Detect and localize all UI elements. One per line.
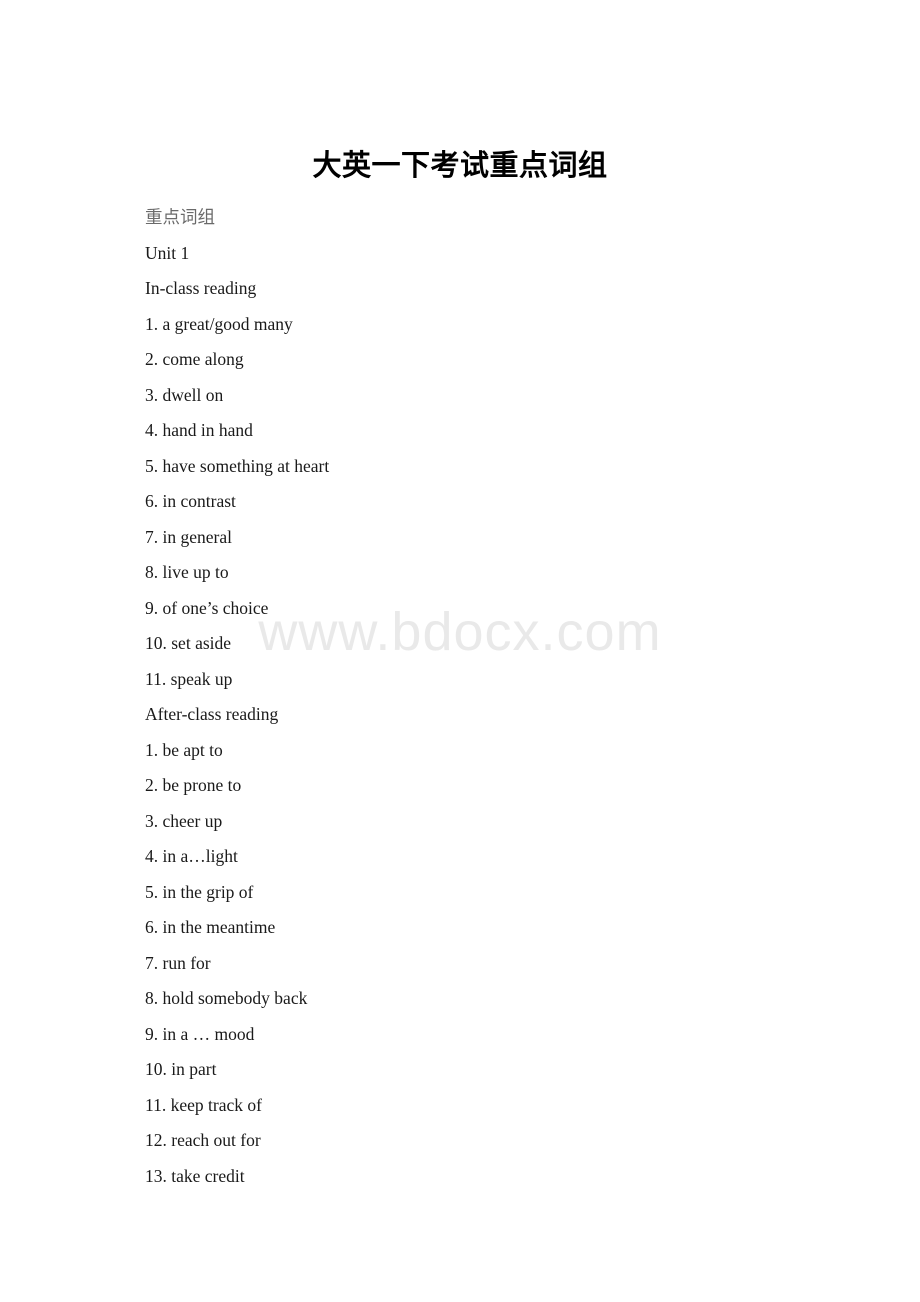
text-line: 1. a great/good many — [145, 313, 293, 334]
document-body: 重点词组 Unit 1 In-class reading 1. a great/goo… — [145, 200, 845, 1194]
text-line: 11. keep track of — [145, 1094, 262, 1115]
text-line: Unit 1 — [145, 242, 190, 263]
text-line: 11. speak up — [145, 668, 233, 689]
page-title: 大英一下考试重点词组 — [312, 150, 608, 182]
text-line: 6. in the meantime — [145, 917, 276, 937]
text-line: 重点词组 — [145, 207, 215, 227]
text-line: 9. in a … mood — [145, 1023, 255, 1044]
text-line: 8. live up to — [145, 562, 229, 582]
text-line: 5. have something at heart — [145, 455, 330, 476]
text-line: 7. in general — [145, 526, 232, 547]
text-line: 8. hold somebody back — [145, 988, 308, 1008]
text-line: 3. cheer up — [145, 810, 223, 831]
text-line: 12. reach out for — [145, 1130, 261, 1150]
text-line: 4. in a…light — [145, 846, 238, 866]
text-line: 2. be prone to — [145, 775, 242, 795]
text-line: 9. of one’s choice — [145, 597, 269, 618]
text-line: 6. in contrast — [145, 491, 236, 511]
text-line: 10. set aside — [145, 633, 232, 653]
document-page: www.bdocx.com 大英一下考试重点词组 重点词组 Unit 1 In-cl… — [0, 0, 920, 1302]
text-line: 1. be apt to — [145, 739, 223, 760]
text-line: 5. in the grip of — [145, 881, 254, 902]
text-line: 7. run for — [145, 952, 211, 973]
text-line: In-class reading — [145, 278, 257, 298]
text-line: 13. take credit — [145, 1165, 245, 1186]
text-line: 4. hand in hand — [145, 420, 253, 440]
text-line: 3. dwell on — [145, 384, 224, 405]
text-line: 10. in part — [145, 1059, 217, 1079]
text-line: After-class reading — [145, 704, 279, 724]
text-line: 2. come along — [145, 349, 244, 369]
